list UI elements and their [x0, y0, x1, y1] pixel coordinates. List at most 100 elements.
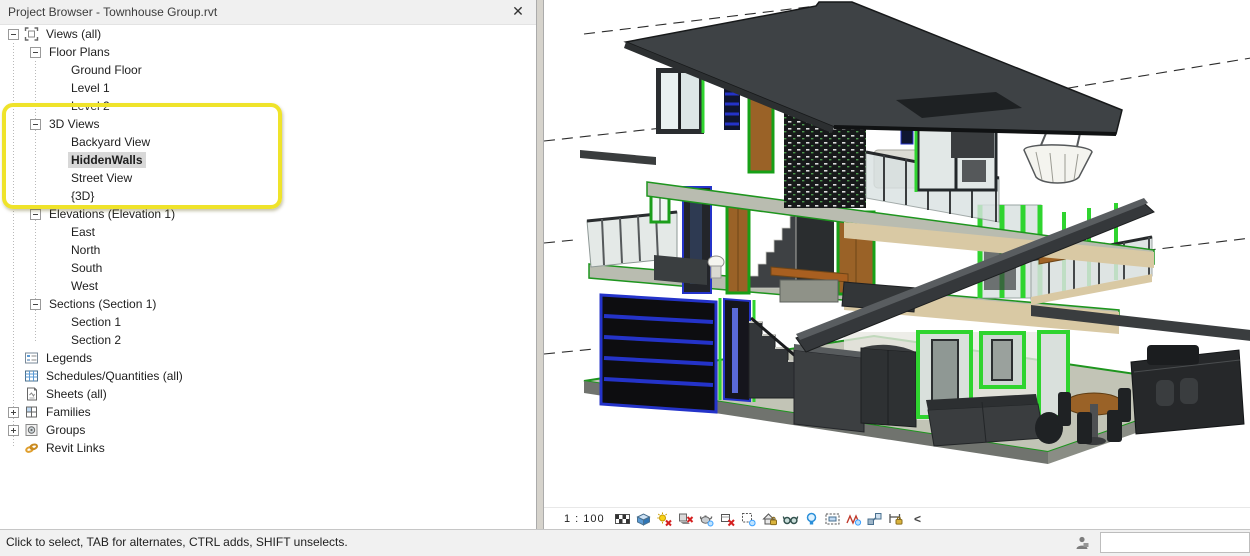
views-all-icon — [24, 27, 39, 41]
temporary-hide-isolate-icon[interactable] — [780, 509, 801, 529]
collapse-toggle-icon[interactable] — [30, 298, 41, 310]
scale-button[interactable]: 1 : 100 — [564, 513, 612, 525]
displacement-sets-icon[interactable] — [864, 509, 885, 529]
entry-door-blue[interactable] — [723, 297, 751, 403]
tree-item-3d-views[interactable]: 3D Views — [0, 115, 536, 133]
tree-item-ground-floor[interactable]: Ground Floor — [0, 61, 536, 79]
tree-item-label: Families — [46, 405, 91, 419]
tree-item-street-view[interactable]: Street View — [0, 169, 536, 187]
collapse-arrow-icon[interactable]: < — [914, 512, 921, 526]
tree-item-south[interactable]: South — [0, 259, 536, 277]
tree-item-3d[interactable]: {3D} — [0, 187, 536, 205]
tree-item-label: Section 2 — [71, 333, 122, 347]
tree-item-section-1[interactable]: Section 1 — [0, 313, 536, 331]
tree-item-views-all[interactable]: Views (all) — [0, 25, 536, 43]
expand-toggle-icon[interactable] — [8, 424, 19, 436]
desk-middle[interactable] — [770, 266, 849, 303]
tree-item-label: Elevations (Elevation 1) — [49, 207, 176, 221]
status-bar: Click to select, TAB for alternates, CTR… — [0, 529, 1250, 556]
tree-item-elevations-elevation-1[interactable]: Elevations (Elevation 1) — [0, 205, 536, 223]
tree-item-label: East — [71, 225, 96, 239]
shadows-icon[interactable] — [675, 509, 696, 529]
drawing-area-3d-view[interactable]: 1 : 100 < — [543, 0, 1250, 530]
garage-door[interactable] — [599, 293, 718, 414]
tree-item-floor-plans[interactable]: Floor Plans — [0, 43, 536, 61]
sun-path-icon[interactable] — [654, 509, 675, 529]
kitchen-cabinets[interactable] — [793, 344, 917, 433]
tree-item-label: Level 1 — [71, 81, 110, 95]
collapse-toggle-icon[interactable] — [30, 118, 41, 130]
detail-level-icon[interactable] — [612, 509, 633, 529]
tree-item-label: HiddenWalls — [68, 152, 146, 168]
reveal-hidden-elements-icon[interactable] — [801, 509, 822, 529]
tree-item-backyard-view[interactable]: Backyard View — [0, 133, 536, 151]
3d-model-townhouse[interactable] — [544, 0, 1250, 508]
tree-item-sheets-all[interactable]: Sheets (all) — [0, 385, 536, 403]
tree-item-hiddenwalls[interactable]: HiddenWalls — [0, 151, 536, 169]
tree-item-label: Sheets (all) — [46, 387, 107, 401]
collapse-toggle-icon[interactable] — [8, 28, 19, 40]
project-browser-titlebar[interactable]: Project Browser - Townhouse Group.rvt ✕ — [0, 0, 536, 25]
tree-item-level-1[interactable]: Level 1 — [0, 79, 536, 97]
tree-item-east[interactable]: East — [0, 223, 536, 241]
close-icon[interactable]: ✕ — [510, 3, 526, 19]
tree-item-sections-section-1[interactable]: Sections (Section 1) — [0, 295, 536, 313]
revit-links-icon — [24, 441, 39, 455]
tree-item-groups[interactable]: Groups — [0, 421, 536, 439]
legends-icon — [24, 351, 39, 365]
tree-item-families[interactable]: Families — [0, 403, 536, 421]
tree-item-level-2[interactable]: Level 2 — [0, 97, 536, 115]
project-browser-panel: Project Browser - Townhouse Group.rvt ✕ … — [0, 0, 537, 530]
project-browser-title: Project Browser - Townhouse Group.rvt — [8, 5, 218, 19]
visual-style-icon[interactable] — [633, 509, 654, 529]
tree-item-north[interactable]: North — [0, 241, 536, 259]
sheets-icon — [24, 387, 39, 401]
stair-flight-upper — [749, 215, 797, 289]
collapse-toggle-icon[interactable] — [30, 208, 41, 220]
rendering-dialog-icon[interactable] — [696, 509, 717, 529]
tree-item-legends[interactable]: Legends — [0, 349, 536, 367]
reveal-constraints-icon[interactable] — [885, 509, 906, 529]
wood-door-1[interactable] — [725, 203, 751, 295]
schedules-icon — [24, 369, 39, 383]
tree-item-revit-links[interactable]: Revit Links — [0, 439, 536, 457]
outdoor-kitchen[interactable] — [1130, 345, 1245, 435]
tree-item-schedules-quantities-all[interactable]: Schedules/Quantities (all) — [0, 367, 536, 385]
tree-item-label: Level 2 — [71, 99, 110, 113]
tree-item-label: 3D Views — [49, 117, 100, 131]
locked-3d-view-icon[interactable] — [759, 509, 780, 529]
worksharing-user-icon[interactable] — [1074, 535, 1090, 551]
analytical-model-icon[interactable] — [843, 509, 864, 529]
tree-item-west[interactable]: West — [0, 277, 536, 295]
tree-item-section-2[interactable]: Section 2 — [0, 331, 536, 349]
status-filter-field[interactable] — [1100, 532, 1250, 553]
tree-item-label: Ground Floor — [71, 63, 142, 77]
temporary-view-properties-icon[interactable] — [822, 509, 843, 529]
window-top-left[interactable] — [656, 68, 705, 134]
sofa[interactable] — [926, 394, 1045, 447]
families-icon — [24, 405, 39, 419]
tree-item-label: Revit Links — [46, 441, 105, 455]
status-message: Click to select, TAB for alternates, CTR… — [6, 535, 348, 549]
crop-view-icon[interactable] — [717, 509, 738, 529]
crop-region-icon[interactable] — [738, 509, 759, 529]
expand-toggle-icon[interactable] — [8, 406, 19, 418]
collapse-toggle-icon[interactable] — [30, 46, 41, 58]
